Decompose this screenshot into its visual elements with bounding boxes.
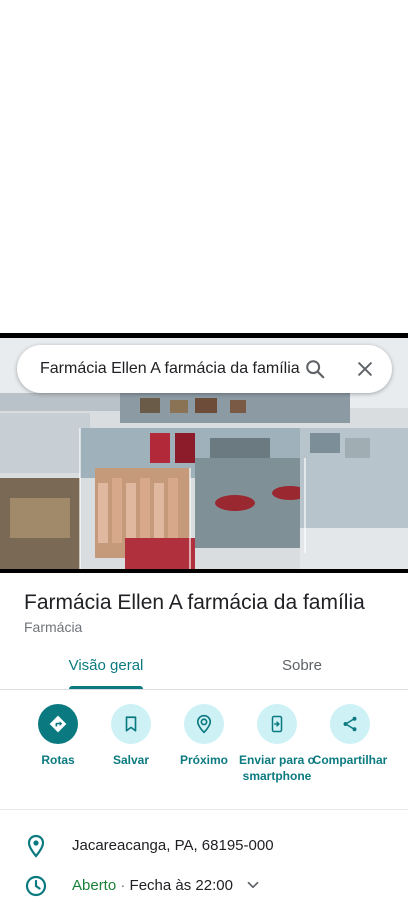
place-title: Farmácia Ellen A farmácia da família bbox=[24, 591, 365, 614]
send-to-phone-button[interactable]: Enviar para o smartphone bbox=[237, 704, 317, 784]
location-pin-icon bbox=[27, 834, 45, 858]
directions-label: Rotas bbox=[41, 753, 75, 767]
tab-about[interactable]: Sobre bbox=[262, 645, 342, 690]
nearby-button[interactable]: Próximo bbox=[164, 704, 244, 768]
bookmark-icon bbox=[125, 716, 137, 732]
nearby-icon bbox=[196, 714, 212, 734]
send-to-phone-label: Enviar para o smartphone bbox=[238, 753, 316, 783]
search-input[interactable]: Farmácia Ellen A farmácia da família bbox=[40, 345, 305, 393]
tab-overview[interactable]: Visão geral bbox=[62, 645, 150, 690]
directions-circle bbox=[38, 704, 78, 744]
hours-detail: Fecha às 22:00 bbox=[129, 877, 233, 894]
share-button[interactable]: Compartilhar bbox=[310, 704, 390, 768]
hours-separator: · bbox=[116, 877, 130, 894]
search-icon bbox=[306, 360, 325, 379]
hours-text: Aberto · Fecha às 22:00 bbox=[72, 877, 233, 894]
tab-bar: Visão geral Sobre bbox=[0, 645, 408, 690]
close-icon bbox=[358, 362, 372, 376]
active-tab-indicator bbox=[69, 686, 143, 689]
clock-icon bbox=[25, 875, 47, 897]
share-icon bbox=[343, 716, 357, 732]
action-bar: Rotas Salvar Próximo Enviar para o smart… bbox=[0, 700, 408, 810]
save-circle bbox=[111, 704, 151, 744]
nearby-label: Próximo bbox=[179, 753, 228, 767]
send-to-phone-circle bbox=[257, 704, 297, 744]
chevron-down-icon[interactable] bbox=[244, 876, 262, 894]
hours-row[interactable]: Aberto · Fecha às 22:00 bbox=[0, 866, 408, 906]
send-to-phone-icon bbox=[271, 715, 283, 733]
place-category: Farmácia bbox=[24, 619, 83, 635]
share-label: Compartilhar bbox=[312, 753, 388, 767]
close-button[interactable] bbox=[351, 355, 379, 383]
nearby-circle bbox=[184, 704, 224, 744]
address-text: Jacareacanga, PA, 68195-000 bbox=[72, 837, 274, 854]
directions-icon bbox=[49, 715, 67, 733]
hours-status: Aberto bbox=[72, 877, 117, 894]
address-row[interactable]: Jacareacanga, PA, 68195-000 bbox=[0, 826, 408, 866]
tab-about-label: Sobre bbox=[281, 657, 323, 674]
share-circle bbox=[330, 704, 370, 744]
search-button[interactable] bbox=[301, 355, 329, 383]
tab-overview-label: Visão geral bbox=[68, 657, 144, 674]
search-bar[interactable]: Farmácia Ellen A farmácia da família bbox=[17, 345, 392, 393]
save-label: Salvar bbox=[112, 753, 150, 767]
directions-button[interactable]: Rotas bbox=[18, 704, 98, 768]
save-button[interactable]: Salvar bbox=[91, 704, 171, 768]
